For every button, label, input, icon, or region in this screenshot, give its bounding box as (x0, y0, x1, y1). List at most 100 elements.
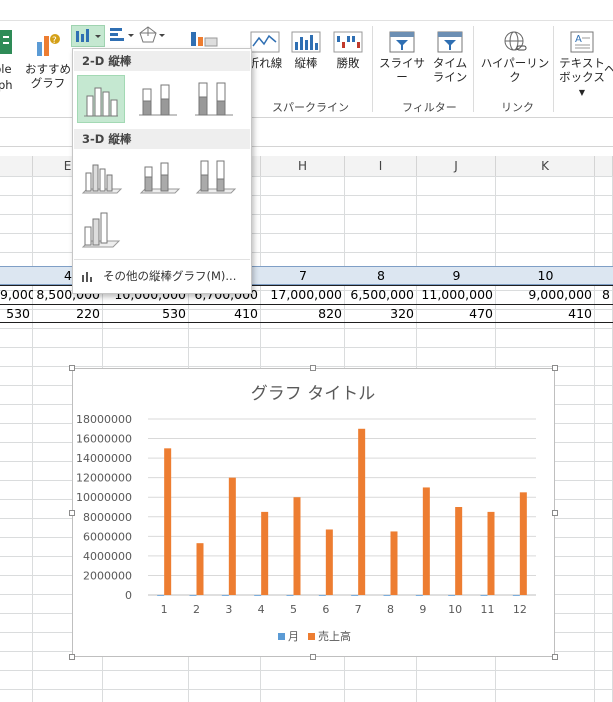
3d-stacked-column-icon (139, 162, 181, 194)
timeline-icon (437, 31, 463, 53)
resize-handle-bl[interactable] (69, 654, 75, 660)
cell[interactable]: 8 (345, 267, 417, 285)
bar-sales[interactable] (228, 477, 236, 595)
cell[interactable]: 320 (345, 305, 417, 323)
bar-sales[interactable] (455, 507, 463, 595)
column-header-H[interactable]: H (261, 156, 345, 176)
bar-month[interactable] (351, 594, 359, 596)
resize-handle-tr[interactable] (552, 365, 558, 371)
3d-100-stacked-column-option[interactable] (191, 153, 239, 201)
chart-title[interactable]: グラフ タイトル (251, 384, 375, 404)
bar-sales[interactable] (358, 428, 366, 595)
cell[interactable]: 11,000,000 (417, 286, 496, 304)
bar-sales[interactable] (487, 511, 495, 595)
slicer-button[interactable]: スライサー (375, 30, 429, 84)
cell[interactable] (0, 267, 33, 285)
stacked-column-option[interactable] (135, 75, 183, 123)
resize-handle-ml[interactable] (69, 510, 75, 516)
cell[interactable]: 10 (496, 267, 595, 285)
pivot-chart-partial-button[interactable] (185, 28, 223, 48)
links-group-label: リンク (501, 101, 534, 114)
sparkline-winloss-label: 勝敗 (336, 56, 360, 70)
cell[interactable]: 220 (33, 305, 103, 323)
cell[interactable]: 410 (496, 305, 595, 323)
bar-month[interactable] (221, 595, 229, 596)
column-chart-dropdown-button[interactable] (71, 25, 105, 47)
cell[interactable]: 530 (0, 305, 33, 323)
recommended-charts-button[interactable]: ? おすすめ グラフ (25, 30, 71, 90)
bar-month[interactable] (318, 594, 326, 596)
bar-month[interactable] (286, 594, 294, 596)
globe-link-icon (504, 31, 527, 51)
bar-sales[interactable] (390, 531, 398, 595)
resize-handle-tc[interactable] (310, 365, 316, 371)
sparkline-winloss-button[interactable]: 勝敗 (330, 30, 366, 70)
x-tick-label: 4 (258, 603, 265, 616)
column-header-K[interactable]: K (496, 156, 595, 176)
cell-border (0, 322, 613, 323)
cell[interactable]: 7 (261, 267, 345, 285)
column-header-partial[interactable] (595, 156, 613, 176)
pivot-chart-button[interactable]: ble ph (0, 28, 16, 92)
sparkline-column-button[interactable]: 縦棒 (288, 30, 324, 70)
cell[interactable]: 9,000,000 (496, 286, 595, 304)
column-header-partial[interactable] (0, 156, 33, 176)
bar-sales[interactable] (519, 492, 527, 595)
resize-handle-mr[interactable] (552, 510, 558, 516)
resize-handle-tl[interactable] (69, 365, 75, 371)
bar-sales[interactable] (261, 511, 269, 595)
hyperlink-button[interactable]: ハイパーリンク (478, 30, 552, 84)
cell[interactable]: 410 (189, 305, 261, 323)
x-tick-label: 6 (322, 603, 329, 616)
y-axis-tick-labels: 18000000 16000000 14000000 12000000 10000000… (76, 413, 132, 602)
chart-legend[interactable]: 月 売上高 (278, 629, 351, 643)
resize-handle-bc[interactable] (310, 654, 316, 660)
3d-clustered-column-option[interactable] (77, 153, 125, 201)
grid-vline (594, 176, 595, 702)
bar-chart-dropdown-button[interactable] (108, 25, 138, 47)
column-header-J[interactable]: J (417, 156, 496, 176)
clustered-column-icon (84, 87, 118, 117)
bar-month[interactable] (415, 594, 423, 596)
bar-month[interactable] (383, 594, 391, 596)
bar-month[interactable] (157, 595, 165, 596)
clustered-column-option[interactable] (77, 75, 125, 123)
100-stacked-column-option[interactable] (191, 75, 239, 123)
bar-month[interactable] (189, 595, 197, 596)
timeline-button[interactable]: タイム ライン (432, 30, 468, 84)
bar-month[interactable] (254, 594, 262, 596)
column-chart-small-icon (82, 272, 92, 282)
bar-sales[interactable] (293, 497, 301, 595)
bar-sales[interactable] (196, 543, 204, 595)
chart-object[interactable]: グラフ タイトル 18000000 16000000 14000000 1200000… (72, 368, 555, 657)
bar-month[interactable] (480, 594, 488, 596)
ribbon-separator (473, 26, 474, 112)
cell[interactable]: 820 (261, 305, 345, 323)
cell[interactable]: 530 (103, 305, 189, 323)
radar-chart-dropdown-button[interactable] (138, 25, 168, 47)
bar-month[interactable] (448, 594, 456, 596)
column-header-I[interactable]: I (345, 156, 417, 176)
y-tick-label: 4000000 (83, 550, 132, 563)
cell[interactable]: 9,000 (0, 286, 33, 304)
bar-month[interactable] (512, 594, 520, 596)
column-chart-gallery-menu: 2-D 縦棒 3-D 縦棒 その他の縦棒グラフ(M)... (72, 48, 252, 294)
3d-stacked-column-option[interactable] (135, 153, 183, 201)
resize-handle-br[interactable] (552, 654, 558, 660)
bar-sales[interactable] (422, 487, 430, 595)
bar-sales[interactable] (325, 529, 333, 595)
cell[interactable]: 6,500,000 (345, 286, 417, 304)
cell[interactable] (595, 305, 613, 323)
filters-group-label: フィルター (402, 101, 457, 114)
x-tick-label: 10 (448, 603, 462, 616)
cell[interactable]: 8 (595, 286, 613, 304)
cell[interactable] (595, 267, 613, 285)
more-column-charts-option[interactable]: その他の縦棒グラフ(M)... (73, 263, 249, 289)
cell[interactable]: 9 (417, 267, 496, 285)
bar-sales[interactable] (164, 448, 172, 595)
cell[interactable]: 17,000,000 (261, 286, 345, 304)
textbox-button[interactable]: A テキスト ボックス ▼ (556, 30, 608, 100)
cell[interactable]: 470 (417, 305, 496, 323)
textbox-label-1: テキスト (559, 56, 605, 70)
3d-column-option[interactable] (77, 205, 125, 253)
